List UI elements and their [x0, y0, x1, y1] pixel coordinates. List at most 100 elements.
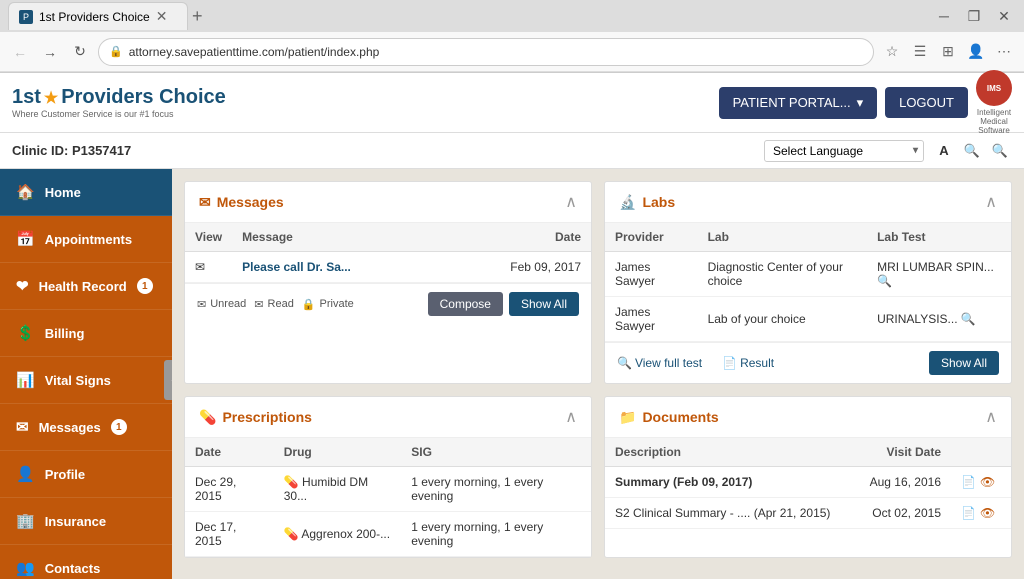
messages-card-body: View Message Date ✉ Please call Dr. Sa..…: [185, 223, 591, 283]
messages-col-view: View: [185, 223, 232, 252]
minimize-button[interactable]: ─: [932, 4, 956, 28]
sidebar-item-messages[interactable]: ✉ Messages 1: [0, 404, 172, 451]
sidebar-item-contacts[interactable]: 👥 Contacts: [0, 545, 172, 579]
doc-actions-1: 📄 👁: [951, 467, 1011, 498]
presc-date-2: Dec 17, 2015: [185, 512, 274, 557]
doc-view-icon-2[interactable]: 👁: [980, 506, 995, 520]
dollar-icon: 💲: [16, 324, 35, 342]
prescriptions-pill-icon: 💊: [199, 409, 216, 426]
labs-collapse-button[interactable]: ∧: [985, 192, 997, 212]
close-button[interactable]: ✕: [992, 4, 1016, 28]
doc-col-actions: [951, 438, 1011, 467]
header-icon-buttons: A 🔍 🔍: [932, 139, 1012, 163]
health-record-badge: 1: [137, 278, 153, 294]
refresh-button[interactable]: ↻: [68, 40, 92, 64]
search-icon-labs: 🔍: [617, 356, 632, 370]
language-select[interactable]: Select Language English Spanish French: [764, 140, 924, 162]
tab-close-button[interactable]: ✕: [156, 8, 168, 25]
person-icon: 👤: [16, 465, 35, 483]
messages-footer-actions: Compose Show All: [428, 292, 579, 316]
bookmark-button[interactable]: ☆: [880, 40, 904, 64]
messages-date: Feb 09, 2017: [443, 252, 591, 283]
labs-row-2: James Sawyer Lab of your choice URINALYS…: [605, 297, 1011, 342]
lab-provider-1: James Sawyer: [605, 252, 698, 297]
forward-button[interactable]: →: [38, 40, 62, 64]
compose-button[interactable]: Compose: [428, 292, 503, 316]
app-header: 1st ★ Providers Choice Where Customer Se…: [0, 73, 1024, 133]
prescriptions-card-header: 💊 Prescriptions ∧: [185, 397, 591, 438]
sidebar-item-health-record-label: Health Record: [39, 279, 127, 294]
ims-circle-icon: IMS: [976, 70, 1012, 106]
browser-action-buttons: ☆ ☰ ⊞ 👤 ⋯: [880, 40, 1016, 64]
browser-tab[interactable]: P 1st Providers Choice ✕: [8, 2, 188, 30]
result-link[interactable]: 📄 Result: [722, 356, 774, 370]
doc-view-icon-1[interactable]: 👁: [980, 475, 995, 489]
sidebar-item-profile[interactable]: 👤 Profile: [0, 451, 172, 498]
labs-card-title: 🔬 Labs: [619, 194, 675, 211]
chart-icon: 📊: [16, 371, 35, 389]
restore-button[interactable]: ❐: [962, 4, 986, 28]
prescriptions-card-title: 💊 Prescriptions: [199, 409, 312, 426]
message-link[interactable]: Please call Dr. Sa...: [242, 260, 351, 274]
messages-card: ✉ Messages ∧ View Message Date: [184, 181, 592, 384]
lab-search-icon-2[interactable]: 🔍: [961, 312, 976, 326]
address-bar[interactable]: 🔒 attorney.savepatienttime.com/patient/i…: [98, 38, 874, 66]
doc-actions-2: 📄 👁: [951, 498, 1011, 529]
labs-show-all-button[interactable]: Show All: [929, 351, 999, 375]
clinic-id: Clinic ID: P1357417: [12, 143, 131, 158]
sidebar-item-insurance[interactable]: 🏢 Insurance: [0, 498, 172, 545]
sidebar-item-profile-label: Profile: [45, 467, 85, 482]
presc-sig-1: 1 every morning, 1 every evening: [401, 467, 591, 512]
sidebar-item-appointments[interactable]: 📅 Appointments: [0, 216, 172, 263]
prescriptions-title-text: Prescriptions: [222, 409, 311, 425]
settings-button[interactable]: ☰: [908, 40, 932, 64]
sidebar-collapse-button[interactable]: ‹: [164, 360, 172, 400]
view-full-test-link[interactable]: 🔍 View full test: [617, 356, 702, 370]
messages-badge: 1: [111, 419, 127, 435]
patient-portal-button[interactable]: PATIENT PORTAL... ▾: [719, 87, 878, 119]
lab-search-icon-1[interactable]: 🔍: [877, 274, 892, 288]
presc-col-date: Date: [185, 438, 274, 467]
sidebar-item-billing[interactable]: 💲 Billing: [0, 310, 172, 357]
logout-label: LOGOUT: [899, 95, 954, 110]
ims-label1: Intelligent: [977, 108, 1011, 117]
labs-col-lab: Lab: [698, 223, 868, 252]
doc-action-icons-2: 📄 👁: [961, 506, 1001, 520]
home-icon: 🏠: [16, 183, 35, 201]
ims-label3: Software: [978, 126, 1010, 135]
calendar-icon: 📅: [16, 230, 35, 248]
accessibility-icon[interactable]: A: [932, 139, 956, 163]
back-button[interactable]: ←: [8, 40, 32, 64]
messages-collapse-button[interactable]: ∧: [565, 192, 577, 212]
search-icon-2[interactable]: 🔍: [988, 139, 1012, 163]
messages-table: View Message Date ✉ Please call Dr. Sa..…: [185, 223, 591, 283]
messages-message-text[interactable]: Please call Dr. Sa...: [232, 252, 443, 283]
sidebar-item-vital-signs[interactable]: 📊 Vital Signs ‹: [0, 357, 172, 404]
documents-collapse-button[interactable]: ∧: [985, 407, 997, 427]
labs-card-header: 🔬 Labs ∧: [605, 182, 1011, 223]
labs-card-footer: 🔍 View full test 📄 Result Show All: [605, 342, 1011, 383]
more-button[interactable]: ⋯: [992, 40, 1016, 64]
labs-card: 🔬 Labs ∧ Provider Lab Lab Test: [604, 181, 1012, 384]
presc-drug-icon-1: 💊: [284, 475, 299, 489]
building-icon: 🏢: [16, 512, 35, 530]
profile-button[interactable]: 👤: [964, 40, 988, 64]
sidebar-item-health-record[interactable]: ❤ Health Record 1: [0, 263, 172, 310]
prescriptions-card-body: Date Drug SIG Dec 29, 2015 💊 Humibid DM …: [185, 438, 591, 557]
search-icon[interactable]: 🔍: [960, 139, 984, 163]
new-tab-button[interactable]: +: [192, 7, 203, 25]
messages-title-text: Messages: [217, 194, 284, 210]
doc-file-icon-1[interactable]: 📄: [961, 475, 976, 489]
sidebar-item-home[interactable]: 🏠 Home: [0, 169, 172, 216]
extensions-button[interactable]: ⊞: [936, 40, 960, 64]
doc-action-icons-1: 📄 👁: [961, 475, 1001, 489]
lab-test-2: URINALYSIS... 🔍: [867, 297, 1011, 342]
doc-file-icon-2[interactable]: 📄: [961, 506, 976, 520]
logout-button[interactable]: LOGOUT: [885, 87, 968, 118]
browser-chrome: P 1st Providers Choice ✕ + ─ ❐ ✕ ← → ↻ 🔒…: [0, 0, 1024, 73]
messages-show-all-button[interactable]: Show All: [509, 292, 579, 316]
prescriptions-collapse-button[interactable]: ∧: [565, 407, 577, 427]
clinic-bar: Clinic ID: P1357417 Select Language Engl…: [0, 133, 1024, 169]
app-logo: 1st ★ Providers Choice Where Customer Se…: [12, 86, 226, 119]
unread-envelope-icon: ✉: [197, 298, 206, 311]
